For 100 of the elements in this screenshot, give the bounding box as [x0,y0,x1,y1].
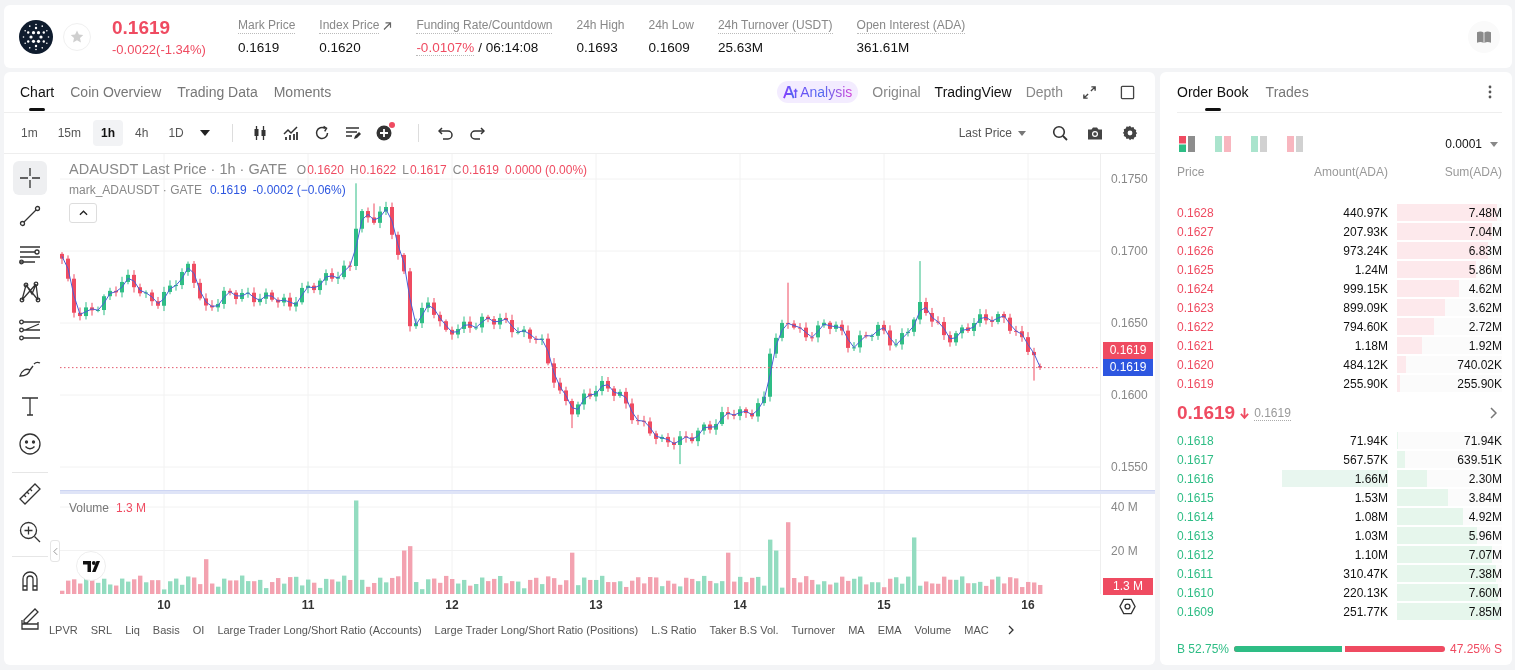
bid-price: 0.1612 [1177,547,1215,562]
search-icon [1051,125,1068,141]
mark-legend-title: mark_ADAUSDT · GATE [69,183,202,197]
funding-rate-value: -0.0107% [416,39,475,56]
interval-button[interactable]: 4h [127,120,157,146]
chart-legend-title: ADAUSDT Last Price · 1h · GATE [69,161,287,177]
bid-price: 0.1611 [1177,566,1214,581]
bid-amount: 1.10M [1354,547,1388,562]
chart-tab[interactable]: Chart [20,72,55,112]
analysis-tab[interactable]: Analysis [777,81,859,103]
indicator-tab[interactable]: Turnover [791,624,836,636]
countdown-value: / 06:14:08 [478,40,539,55]
indicator-tab[interactable]: Large Trader Long/Short Ratio (Accounts) [217,624,422,636]
crosshair-tool[interactable] [13,161,47,195]
bid-total: 7.60M [1468,585,1502,600]
ohlc-value: H0.1622 [349,163,397,177]
view-tab[interactable]: Depth [1025,84,1063,100]
pencil-icon [18,607,42,631]
bid-price: 0.1614 [1177,509,1215,524]
ask-total: 2.72M [1468,319,1502,334]
collapse-legend-button[interactable] [69,203,97,223]
layout-toggle[interactable] [1215,136,1231,152]
ohlc-change: 0.0000 (0.00%) [505,163,588,177]
column-header: Amount(ADA) [1312,165,1388,179]
order-layout-icon [1215,136,1231,152]
ask-total: 4.62M [1468,281,1502,296]
time-axis-label: 16 [1021,598,1035,612]
view-tab[interactable]: Original [872,84,921,100]
precision-dropdown[interactable]: 0.0001 [1445,137,1502,151]
kebab-menu-icon [1488,85,1492,99]
time-axis-label: 13 [589,598,603,612]
ask-price: 0.1621 [1177,338,1215,353]
stat-value: 0.1620 [319,39,361,55]
indicator-tab[interactable]: L.S Ratio [651,624,697,636]
chart-tab[interactable]: Trading Data [177,72,258,112]
indicator-tab[interactable]: MAC [964,624,989,636]
indicator-tab[interactable]: EMA [877,624,902,636]
stat-label: Funding Rate/Countdown [416,17,553,34]
bid-price: 0.1615 [1177,490,1215,505]
interval-button[interactable]: 15m [49,120,89,146]
indicator-tab[interactable]: LPVR [49,624,78,636]
ask-price: 0.1627 [1177,224,1215,239]
indicator-tab[interactable]: Volume [914,624,952,636]
chevron-up-icon [78,210,88,216]
zoom-in-icon [18,520,42,544]
layout-toggle[interactable] [1287,136,1303,152]
interval-button[interactable]: 1h [93,120,124,146]
ask-amount: 973.24K [1342,243,1388,258]
indicator-tab[interactable]: Basis [152,624,180,636]
layout-toggle[interactable] [1251,136,1267,152]
ask-total: 5.86M [1468,262,1502,277]
ask-price: 0.1624 [1177,281,1215,296]
view-tab[interactable]: TradingView [934,84,1012,100]
settings-icon [1121,125,1138,141]
column-header: Sum(ADA) [1443,165,1502,179]
indicator-tab[interactable]: Large Trader Long/Short Ratio (Positions) [434,624,639,636]
indicator-tab[interactable]: MA [848,624,865,636]
chart-tab[interactable]: Moments [273,72,332,112]
layout-toggle[interactable] [1179,136,1195,152]
expand-icon [1081,84,1097,100]
price-source-dropdown[interactable]: Last Price [958,121,1026,145]
ask-amount: 794.60K [1342,319,1388,334]
order-book-tab[interactable]: Trades [1265,72,1309,112]
arrow-up-right-icon[interactable] [382,20,393,31]
last-price-tag: 0.1619 [1103,341,1153,359]
square-icon [1119,84,1135,100]
order-layout-icon [1179,136,1195,152]
ask-total: 6.83M [1468,243,1502,258]
guide-button[interactable] [1468,20,1500,53]
ohlc-value: C0.1619 [452,163,499,177]
coin-logo-icon [19,19,53,54]
last-price: 0.1619 [112,16,172,39]
indicator-tab[interactable]: Taker B.S Vol. [709,624,779,636]
stat-value: 0.1619 [238,39,280,55]
ai-icon [783,85,799,99]
stat-label: Mark Price [238,17,296,34]
ask-total: 740.02K [1457,357,1502,372]
bid-amount: 1.03M [1354,528,1388,543]
plus-circle-icon [376,125,393,141]
price-change: -0.0022(-1.34%) [112,41,207,57]
ask-amount: 899.09K [1342,300,1388,315]
chart-tab[interactable]: Coin Overview [70,72,162,112]
crosshair-icon [18,166,42,190]
bid-total: 7.38M [1468,566,1502,581]
stat-label: 24h Low [648,17,694,34]
order-layout-icon [1287,136,1303,152]
book-icon [1477,30,1491,43]
interval-button[interactable]: 1m [13,120,46,146]
stat-value: 361.61M [856,39,910,55]
chevron-right-icon [1007,625,1014,635]
ask-price: 0.1625 [1177,262,1215,277]
settings-icon [1119,598,1136,615]
ask-amount: 484.12K [1342,357,1388,372]
indicator-tab[interactable]: OI [192,624,205,636]
order-book-tab[interactable]: Order Book [1177,72,1249,112]
indicator-tab[interactable]: Liq [125,624,140,636]
ask-price: 0.1619 [1177,376,1215,391]
interval-button[interactable]: 1D [160,120,192,146]
ohlc-value: L0.1617 [402,163,447,177]
indicator-tab[interactable]: SRL [90,624,113,636]
